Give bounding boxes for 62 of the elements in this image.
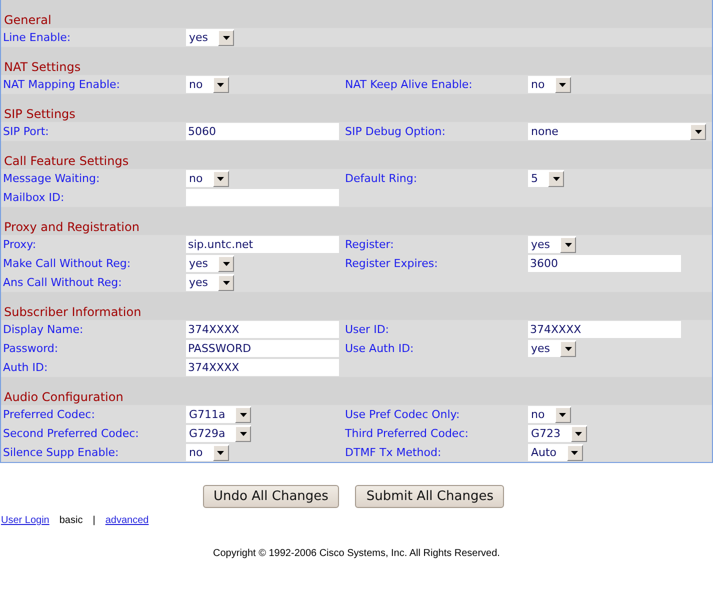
field-label: NAT Mapping Enable: xyxy=(3,78,120,91)
field-label: Password: xyxy=(3,342,58,355)
field-label: NAT Keep Alive Enable: xyxy=(345,78,472,91)
section-heading: Audio Configuration xyxy=(4,389,124,405)
field-label: Third Preferred Codec: xyxy=(345,427,468,440)
text-field[interactable]: 3600 xyxy=(528,255,681,272)
field-label: Preferred Codec: xyxy=(3,408,95,421)
dropdown[interactable]: 5 xyxy=(528,170,564,187)
field-label: Register Expires: xyxy=(345,257,438,270)
text-field[interactable]: 374XXXX xyxy=(528,321,681,338)
text-field[interactable] xyxy=(186,189,339,206)
dropdown[interactable]: Auto xyxy=(528,444,583,461)
action-button[interactable]: Undo All Changes xyxy=(202,485,340,508)
dropdown[interactable]: none xyxy=(528,123,706,140)
field-label: Line Enable: xyxy=(3,31,71,44)
nav-link[interactable]: advanced xyxy=(105,515,149,526)
action-button[interactable]: Submit All Changes xyxy=(355,485,504,508)
footer-text: basic xyxy=(59,515,83,526)
section-heading: General xyxy=(4,12,52,28)
field-label: Register: xyxy=(345,238,394,251)
dropdown[interactable]: no xyxy=(528,406,571,423)
dropdown[interactable]: G723 xyxy=(528,425,587,442)
field-label: DTMF Tx Method: xyxy=(345,446,442,459)
dropdown[interactable]: no xyxy=(186,76,229,93)
dropdown[interactable]: yes xyxy=(186,29,234,46)
section-heading: NAT Settings xyxy=(4,59,81,75)
field-label: Make Call Without Reg: xyxy=(3,257,131,270)
dropdown[interactable]: no xyxy=(528,76,571,93)
text-field[interactable]: sip.untc.net xyxy=(186,236,339,253)
field-label: Mailbox ID: xyxy=(3,191,64,204)
field-label: Display Name: xyxy=(3,323,84,336)
field-label: Ans Call Without Reg: xyxy=(3,276,122,289)
field-label: User ID: xyxy=(345,323,389,336)
section-heading: Proxy and Registration xyxy=(4,219,140,235)
field-label: Default Ring: xyxy=(345,172,418,185)
dropdown[interactable]: yes xyxy=(186,274,234,291)
text-field[interactable]: 374XXXX xyxy=(186,359,339,376)
field-label: SIP Port: xyxy=(3,125,49,138)
field-label: Use Pref Codec Only: xyxy=(345,408,460,421)
section-heading: Call Feature Settings xyxy=(4,153,129,169)
field-label: Message Waiting: xyxy=(3,172,100,185)
text-field[interactable]: 374XXXX xyxy=(186,321,339,338)
field-label: Silence Supp Enable: xyxy=(3,446,119,459)
dropdown[interactable]: G711a xyxy=(186,406,252,423)
dropdown[interactable]: yes xyxy=(528,236,576,253)
text-field[interactable]: PASSWORD xyxy=(186,340,339,357)
field-label: SIP Debug Option: xyxy=(345,125,446,138)
dropdown[interactable]: no xyxy=(186,444,229,461)
text-field[interactable]: 5060 xyxy=(186,123,339,140)
dropdown[interactable]: yes xyxy=(186,255,234,272)
field-label: Auth ID: xyxy=(3,361,48,374)
field-label: Second Preferred Codec: xyxy=(3,427,139,440)
dropdown[interactable]: G729a xyxy=(186,425,252,442)
section-heading: SIP Settings xyxy=(4,106,76,122)
nav-link[interactable]: User Login xyxy=(1,515,50,526)
dropdown[interactable]: no xyxy=(186,170,229,187)
dropdown[interactable]: yes xyxy=(528,340,576,357)
field-label: Proxy: xyxy=(3,238,36,251)
footer-text: | xyxy=(92,515,96,526)
field-label: Use Auth ID: xyxy=(345,342,414,355)
copyright-text: Copyright © 1992-2006 Cisco Systems, Inc. All Rights Reserved. xyxy=(212,548,501,559)
section-heading: Subscriber Information xyxy=(4,304,142,320)
